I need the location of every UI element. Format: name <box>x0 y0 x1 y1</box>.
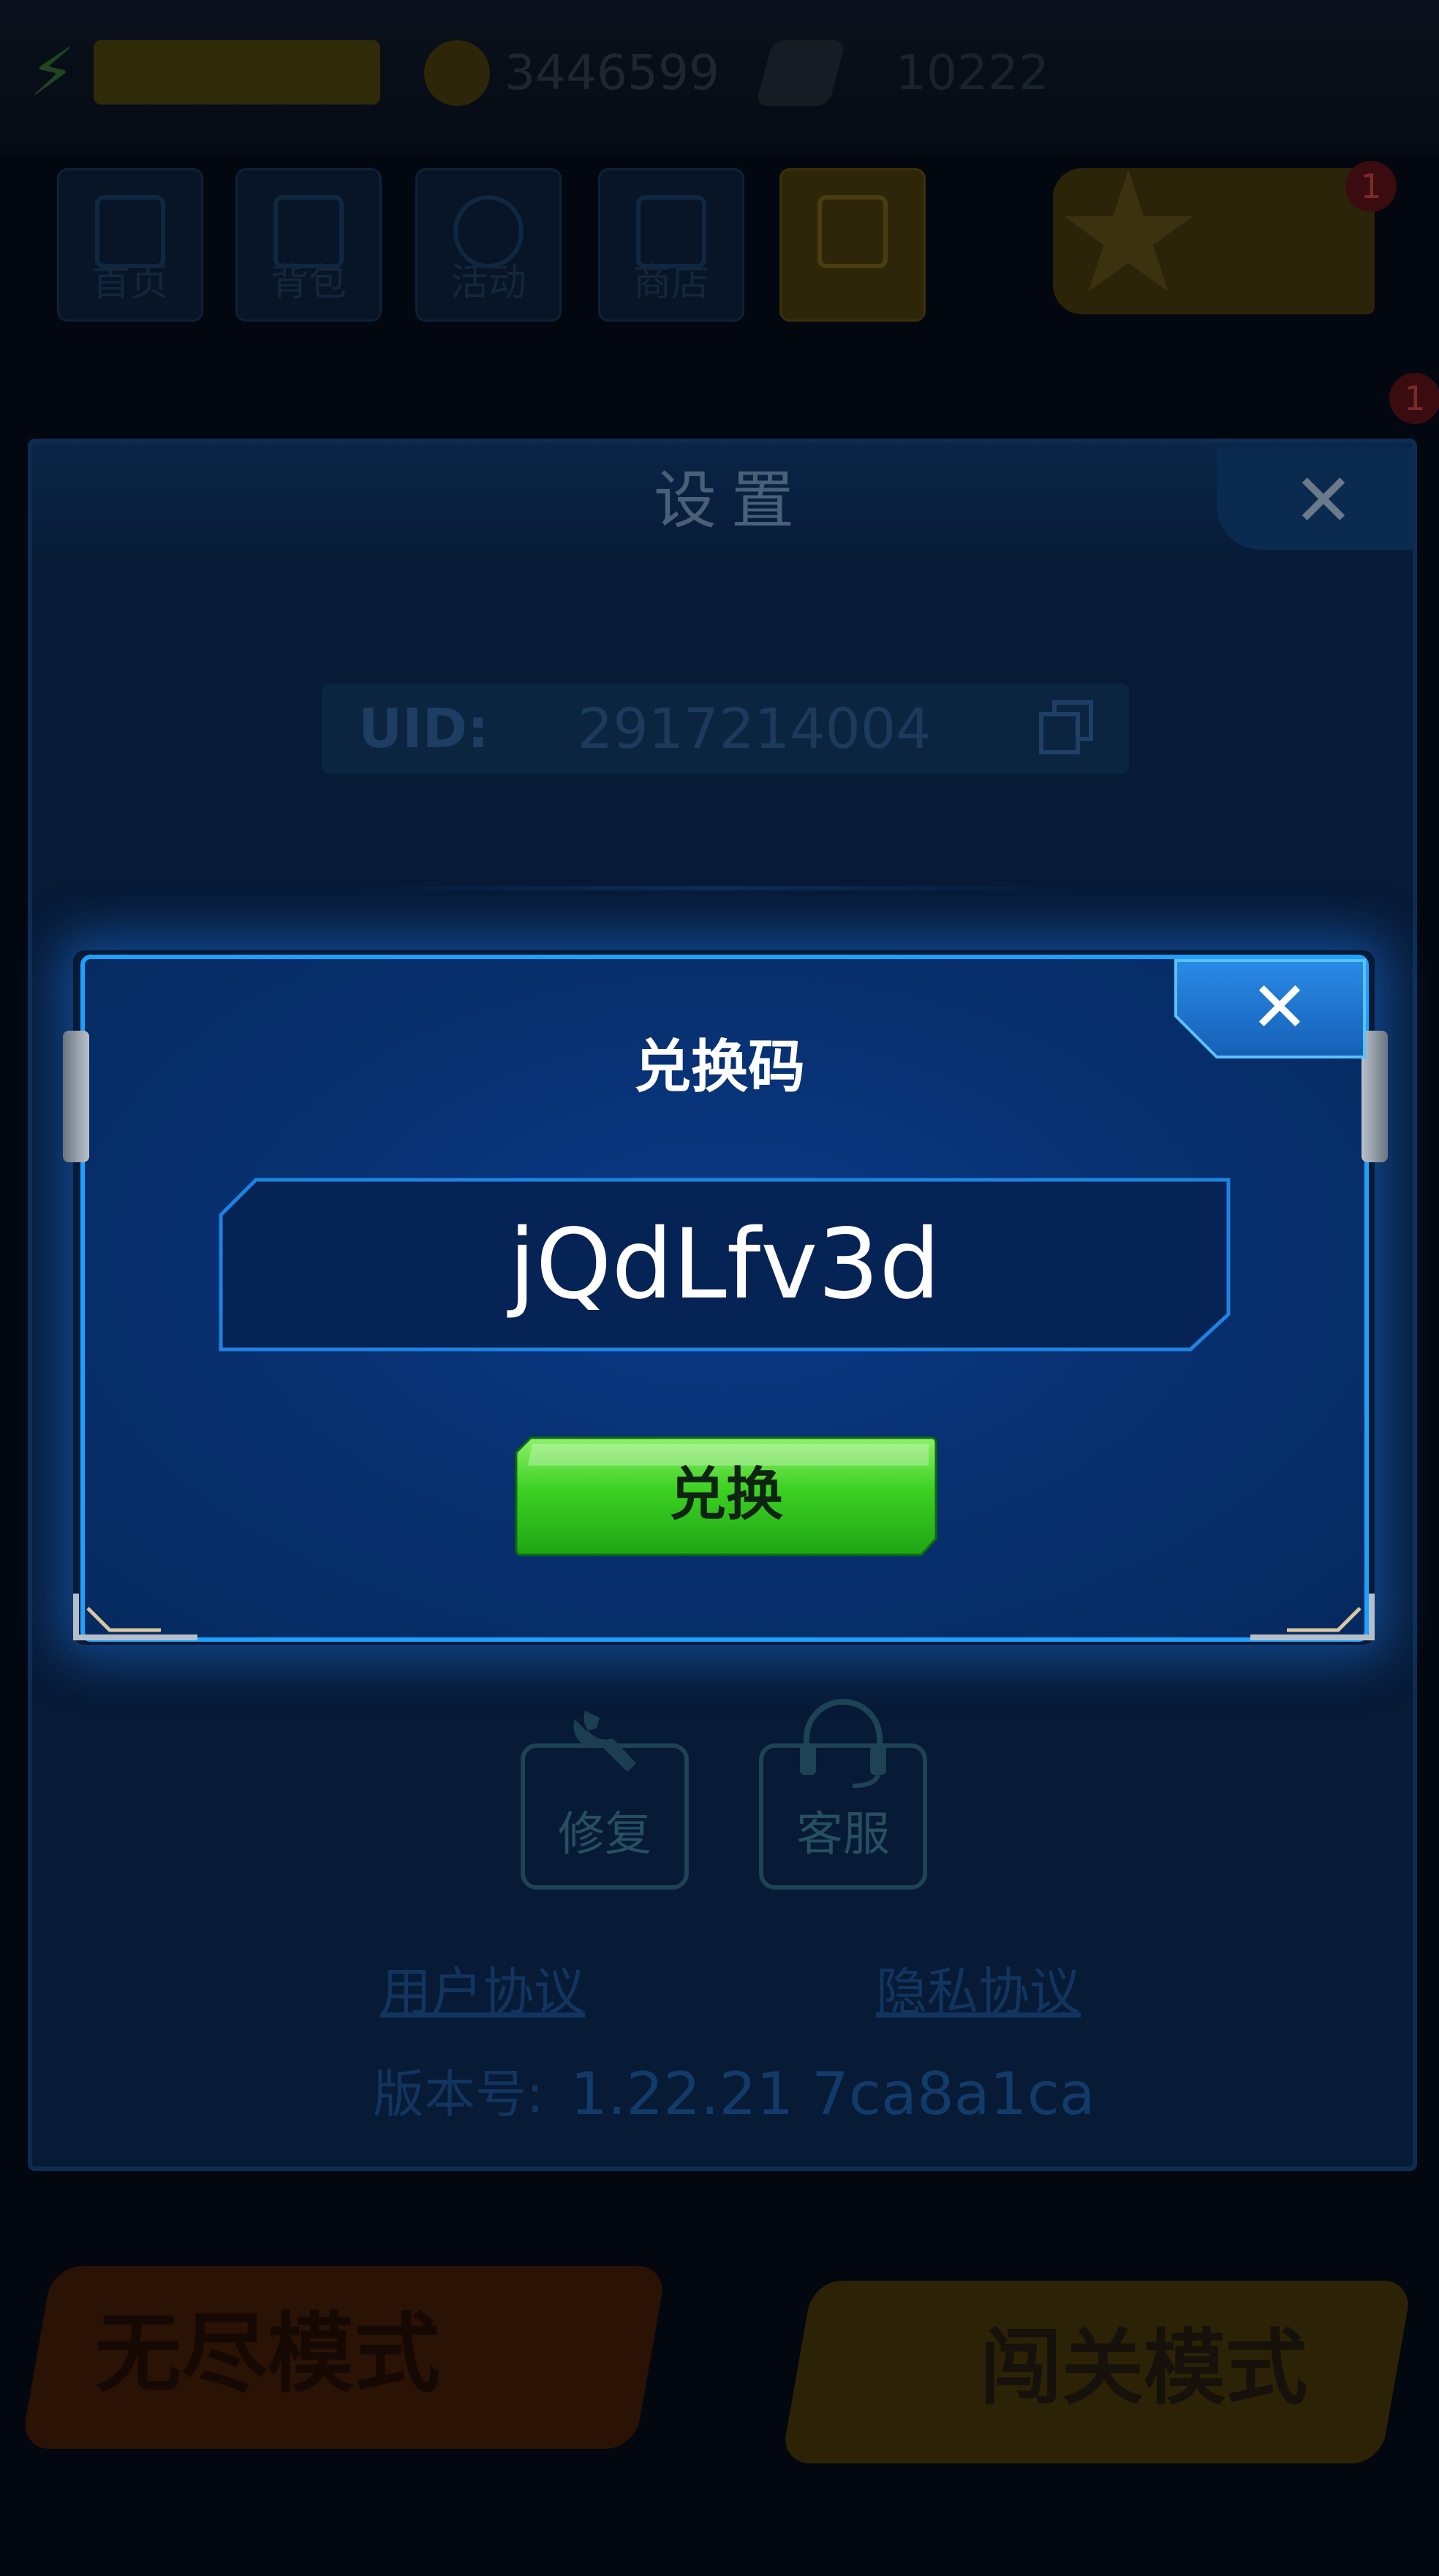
nav-home: 首页 <box>57 168 203 322</box>
nav-shop-label: 商店 <box>632 261 709 305</box>
uid-value: 2917214004 <box>578 696 932 761</box>
privacy-agreement-link: 隐私协议 <box>876 1962 1081 2022</box>
gift-icon <box>817 195 888 268</box>
coin-icon <box>424 40 490 106</box>
redeem-button-label[interactable]: 兑换 <box>515 1436 937 1553</box>
notification-badge-2: 1 <box>1389 373 1439 424</box>
nav-gift <box>779 168 926 322</box>
notification-badge: 1 <box>1345 161 1397 212</box>
nav-backpack-label: 背包 <box>270 261 347 305</box>
nav-shop: 商店 <box>598 168 744 322</box>
version-hash: 7ca8a1ca <box>812 2060 1095 2128</box>
close-icon[interactable]: ✕ <box>1236 963 1323 1051</box>
nav-home-label: 首页 <box>91 261 168 305</box>
lightning-icon: ⚡ <box>29 34 76 111</box>
user-agreement-link: 用户协议 <box>380 1962 585 2022</box>
energy-bar <box>94 40 380 105</box>
nav-backpack: 背包 <box>235 168 382 322</box>
wrench-icon <box>573 1711 636 1772</box>
stage-mode-label: 闯关模式 <box>980 2321 1307 2416</box>
uid-label: UID: <box>358 697 489 760</box>
corner-ornament-left <box>73 1594 197 1640</box>
dialog-clip-left <box>63 1031 89 1162</box>
gem-count: 10222 <box>896 45 1049 101</box>
close-icon: ✕ <box>1293 458 1354 543</box>
corner-ornament-right <box>1250 1594 1375 1640</box>
coin-count: 3446599 <box>505 45 720 101</box>
version-number: 1.22.21 <box>570 2060 794 2128</box>
copy-icon <box>1039 700 1093 754</box>
endless-mode-label: 无尽模式 <box>95 2303 441 2404</box>
dialog-title: 兑换码 <box>633 1034 805 1100</box>
version-label: 版本号: <box>373 2064 544 2124</box>
headset-icon <box>800 1699 886 1788</box>
redeem-code-input[interactable]: jQdLfv3d <box>218 1184 1231 1345</box>
divider <box>351 886 1082 890</box>
star-icon: ★ <box>1053 136 1204 331</box>
settings-title: 设置 <box>654 464 809 537</box>
customer-service-label: 客服 <box>796 1808 890 1862</box>
nav-activity-label: 活动 <box>450 261 526 305</box>
repair-label: 修复 <box>558 1808 651 1862</box>
nav-activity: 活动 <box>415 168 562 322</box>
